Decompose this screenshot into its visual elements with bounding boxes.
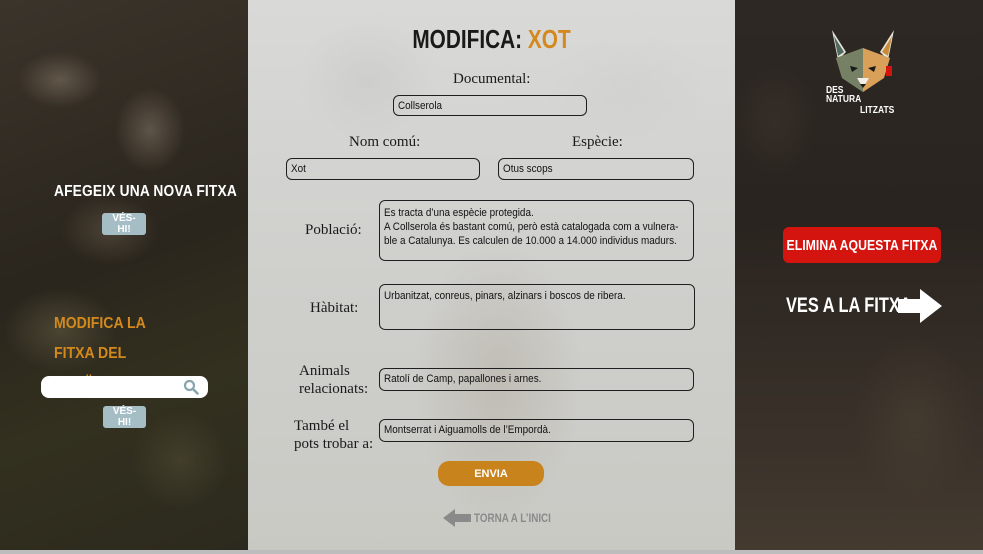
documental-field[interactable]: Collserola [393,95,587,116]
submit-button[interactable]: ENVIA [438,461,544,486]
page-title: MODIFICA: XOT [297,24,687,55]
habitat-field[interactable]: Urbanitzat, conreus, pinars, alzinars i … [379,284,695,330]
also-found-label-line2: pots trobar a: [294,436,374,452]
back-home-link[interactable]: TORNA A L’INICI [443,508,568,528]
documental-label: Documental: [453,71,531,87]
modify-card-button[interactable]: VÉS-HI! [103,406,146,428]
population-field[interactable]: Es tracta d’una espècie protegida. A Col… [379,200,694,261]
logo-text-line2: NATURA [826,94,862,105]
also-found-field[interactable]: Montserrat i Aiguamolls de l’Empordà. [379,419,694,442]
back-home-label: TORNA A L’INICI [474,511,551,525]
title-prefix: MODIFICA: [412,24,523,54]
go-to-card-link[interactable]: VES A LA FITXA [786,288,942,324]
species-field[interactable]: Otus scops [498,158,694,180]
habitat-label: Hàbitat: [310,300,359,316]
related-animals-field[interactable]: Ratolí de Camp, papallones i arnes. [379,368,694,391]
population-label: Població: [305,222,362,238]
also-found-label: També el pots trobar a: [294,417,373,453]
related-animals-label-line1: Animals [299,363,350,379]
bottom-divider [0,550,983,554]
delete-card-button[interactable]: ELIMINA AQUESTA FITXA [783,227,941,263]
also-found-label-line1: També el [294,418,350,434]
delete-card-label: ELIMINA AQUESTA FITXA [786,236,938,254]
add-new-card-button[interactable]: VÉS-HI! [102,213,146,235]
arrow-left-icon [443,509,471,527]
left-background [0,0,248,554]
species-label: Espècie: [572,134,623,150]
title-animal-name: XOT [527,24,571,54]
add-new-card-title: AFEGEIX UNA NOVA FITXA [54,183,237,200]
logo-text-line3: LITZATS [860,105,895,116]
common-name-field[interactable]: Xot [286,158,480,180]
common-name-label: Nom comú: [349,134,421,150]
go-to-card-label: VES A LA FITXA [786,294,912,317]
related-animals-label: Animals relacionats: [299,362,368,398]
related-animals-label-line2: relacionats: [299,381,369,397]
search-icon[interactable] [183,379,199,395]
